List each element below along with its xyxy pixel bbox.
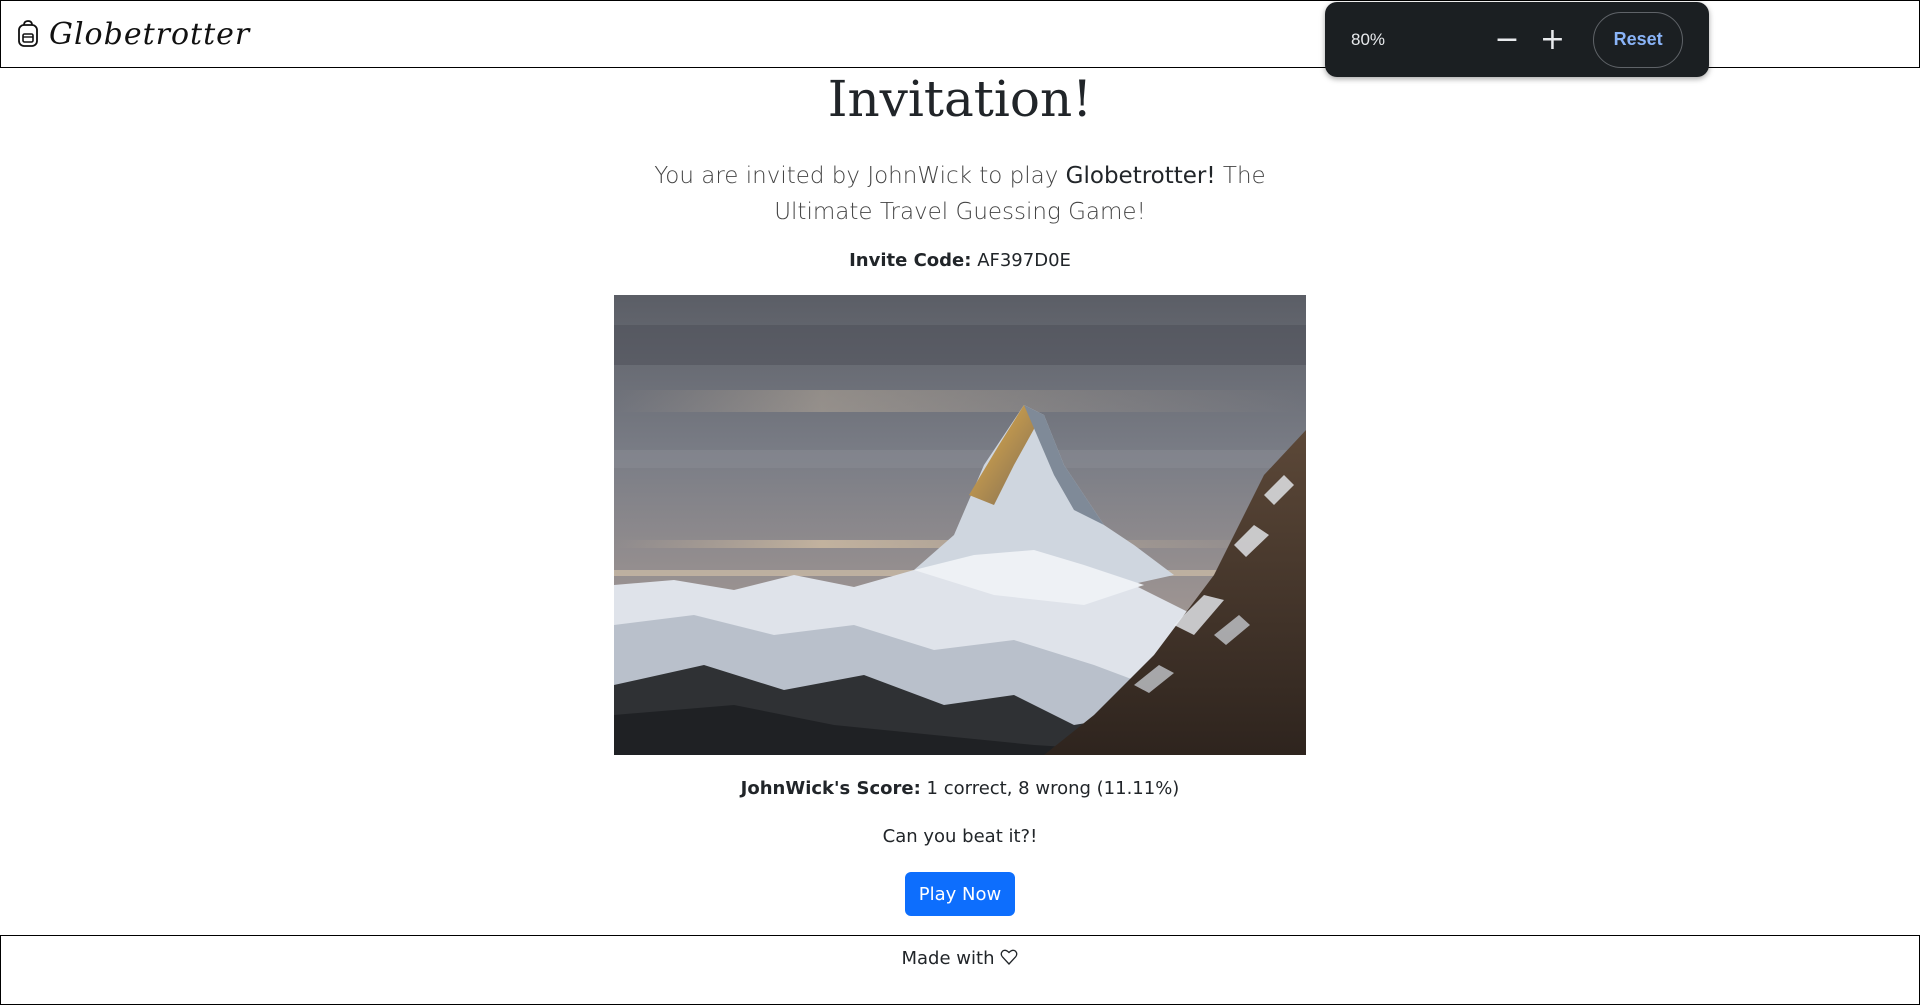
- challenge-text: Can you beat it?!: [882, 826, 1038, 847]
- brand-link[interactable]: Globetrotter: [17, 17, 250, 52]
- plus-icon: +: [1539, 22, 1566, 57]
- minus-icon: −: [1494, 22, 1520, 57]
- footer-text: Made with: [901, 948, 995, 969]
- score-value: 1 correct, 8 wrong (11.11%): [926, 778, 1180, 799]
- brand-name: Globetrotter: [49, 16, 251, 52]
- mountain-illustration: [614, 295, 1306, 755]
- invitation-text: You are invited by JohnWick to play Glob…: [630, 158, 1290, 230]
- invite-code-value: AF397D0E: [977, 250, 1071, 271]
- score-label: JohnWick's Score:: [740, 778, 921, 799]
- page-title: Invitation!: [827, 70, 1093, 128]
- zoom-reset-button[interactable]: Reset: [1593, 11, 1683, 68]
- heart-icon: [1001, 949, 1018, 965]
- zoom-in-button[interactable]: +: [1532, 18, 1574, 62]
- footer: Made with: [0, 935, 1920, 1005]
- zoom-out-button[interactable]: −: [1486, 18, 1528, 62]
- zoom-popup: 80% − + Reset: [1325, 2, 1709, 77]
- backpack-icon: [18, 20, 38, 47]
- inviter-score: JohnWick's Score: 1 correct, 8 wrong (11…: [0, 778, 1920, 799]
- invite-code-label: Invite Code:: [849, 250, 972, 271]
- invite-code: Invite Code: AF397D0E: [0, 250, 1920, 271]
- game-name: Globetrotter!: [1065, 163, 1216, 189]
- play-now-button[interactable]: Play Now: [905, 872, 1015, 916]
- zoom-level: 80%: [1351, 29, 1386, 49]
- mountain-photo: [614, 295, 1306, 755]
- invitation-prefix: You are invited by JohnWick to play: [654, 163, 1066, 189]
